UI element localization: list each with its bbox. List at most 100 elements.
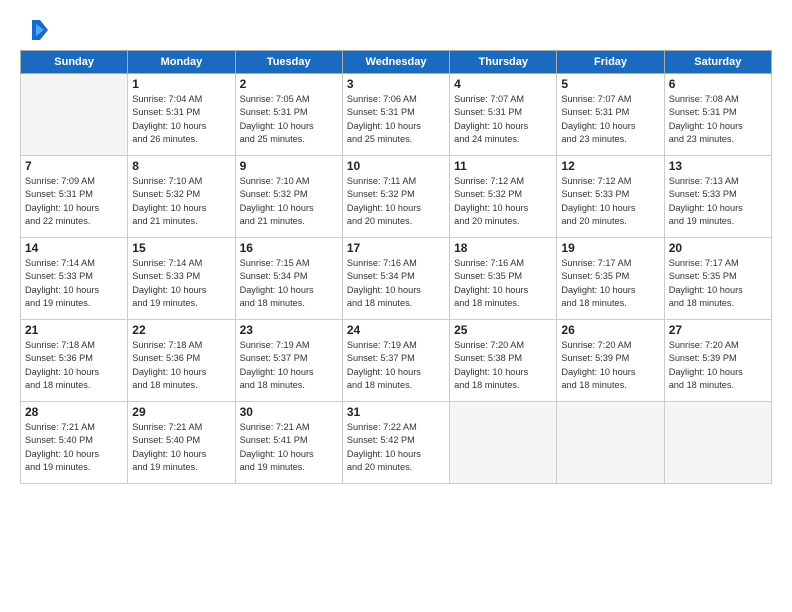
day-number: 11 <box>454 159 552 173</box>
calendar-cell: 23 Sunrise: 7:19 AMSunset: 5:37 PMDayligh… <box>235 320 342 402</box>
day-number: 3 <box>347 77 445 91</box>
day-info: Sunrise: 7:16 AMSunset: 5:35 PMDaylight:… <box>454 257 552 310</box>
day-number: 21 <box>25 323 123 337</box>
calendar-cell <box>664 402 771 484</box>
calendar-cell: 3Sunrise: 7:06 AMSunset: 5:31 PMDaylight… <box>342 74 449 156</box>
day-number: 13 <box>669 159 767 173</box>
calendar-cell: 19 Sunrise: 7:17 AMSunset: 5:35 PMDayligh… <box>557 238 664 320</box>
day-number: 30 <box>240 405 338 419</box>
logo-icon <box>20 16 48 44</box>
day-info: Sunrise: 7:08 AMSunset: 5:31 PMDaylight:… <box>669 93 767 146</box>
calendar-cell: 4Sunrise: 7:07 AMSunset: 5:31 PMDaylight… <box>450 74 557 156</box>
day-info: Sunrise: 7:16 AMSunset: 5:34 PMDaylight:… <box>347 257 445 310</box>
day-info: Sunrise: 7:21 AMSunset: 5:40 PMDaylight:… <box>25 421 123 474</box>
calendar-cell: 8 Sunrise: 7:10 AMSunset: 5:32 PMDaylight… <box>128 156 235 238</box>
calendar-cell: 29 Sunrise: 7:21 AMSunset: 5:40 PMDayligh… <box>128 402 235 484</box>
day-header-friday: Friday <box>557 51 664 74</box>
calendar-cell: 15 Sunrise: 7:14 AMSunset: 5:33 PMDayligh… <box>128 238 235 320</box>
calendar-cell: 24Sunrise: 7:19 AMSunset: 5:37 PMDayligh… <box>342 320 449 402</box>
day-number: 26 <box>561 323 659 337</box>
day-number: 31 <box>347 405 445 419</box>
day-number: 24 <box>347 323 445 337</box>
day-info: Sunrise: 7:20 AMSunset: 5:38 PMDaylight:… <box>454 339 552 392</box>
calendar-table: SundayMondayTuesdayWednesdayThursdayFrid… <box>20 50 772 484</box>
calendar-cell: 31 Sunrise: 7:22 AMSunset: 5:42 PMDayligh… <box>342 402 449 484</box>
day-number: 7 <box>25 159 123 173</box>
day-number: 12 <box>561 159 659 173</box>
day-number: 22 <box>132 323 230 337</box>
page: SundayMondayTuesdayWednesdayThursdayFrid… <box>0 0 792 612</box>
day-number: 4 <box>454 77 552 91</box>
calendar-cell: 20 Sunrise: 7:17 AMSunset: 5:35 PMDayligh… <box>664 238 771 320</box>
day-number: 17 <box>347 241 445 255</box>
calendar-cell: 5Sunrise: 7:07 AMSunset: 5:31 PMDaylight… <box>557 74 664 156</box>
calendar-cell: 13Sunrise: 7:13 AMSunset: 5:33 PMDayligh… <box>664 156 771 238</box>
day-header-wednesday: Wednesday <box>342 51 449 74</box>
day-number: 8 <box>132 159 230 173</box>
day-info: Sunrise: 7:14 AMSunset: 5:33 PMDaylight:… <box>25 257 123 310</box>
calendar-cell: 30 Sunrise: 7:21 AMSunset: 5:41 PMDayligh… <box>235 402 342 484</box>
week-row-1: 1Sunrise: 7:04 AMSunset: 5:31 PMDaylight… <box>21 74 772 156</box>
day-info: Sunrise: 7:20 AMSunset: 5:39 PMDaylight:… <box>561 339 659 392</box>
day-header-sunday: Sunday <box>21 51 128 74</box>
day-info: Sunrise: 7:18 AMSunset: 5:36 PMDaylight:… <box>132 339 230 392</box>
calendar-cell: 18 Sunrise: 7:16 AMSunset: 5:35 PMDayligh… <box>450 238 557 320</box>
calendar-cell <box>557 402 664 484</box>
calendar-cell: 17 Sunrise: 7:16 AMSunset: 5:34 PMDayligh… <box>342 238 449 320</box>
day-info: Sunrise: 7:10 AMSunset: 5:32 PMDaylight:… <box>240 175 338 228</box>
day-number: 25 <box>454 323 552 337</box>
logo <box>20 16 54 44</box>
day-number: 20 <box>669 241 767 255</box>
day-header-thursday: Thursday <box>450 51 557 74</box>
calendar-cell <box>21 74 128 156</box>
day-header-saturday: Saturday <box>664 51 771 74</box>
day-number: 23 <box>240 323 338 337</box>
day-number: 29 <box>132 405 230 419</box>
calendar-cell: 10 Sunrise: 7:11 AMSunset: 5:32 PMDayligh… <box>342 156 449 238</box>
day-info: Sunrise: 7:10 AMSunset: 5:32 PMDaylight:… <box>132 175 230 228</box>
calendar-cell <box>450 402 557 484</box>
day-info: Sunrise: 7:11 AMSunset: 5:32 PMDaylight:… <box>347 175 445 228</box>
calendar-cell: 27 Sunrise: 7:20 AMSunset: 5:39 PMDayligh… <box>664 320 771 402</box>
day-info: Sunrise: 7:17 AMSunset: 5:35 PMDaylight:… <box>561 257 659 310</box>
day-number: 19 <box>561 241 659 255</box>
day-info: Sunrise: 7:07 AMSunset: 5:31 PMDaylight:… <box>561 93 659 146</box>
calendar-cell: 2 Sunrise: 7:05 AMSunset: 5:31 PMDaylight… <box>235 74 342 156</box>
day-info: Sunrise: 7:14 AMSunset: 5:33 PMDaylight:… <box>132 257 230 310</box>
day-number: 15 <box>132 241 230 255</box>
calendar-cell: 11 Sunrise: 7:12 AMSunset: 5:32 PMDayligh… <box>450 156 557 238</box>
week-row-5: 28Sunrise: 7:21 AMSunset: 5:40 PMDayligh… <box>21 402 772 484</box>
day-info: Sunrise: 7:19 AMSunset: 5:37 PMDaylight:… <box>240 339 338 392</box>
day-header-monday: Monday <box>128 51 235 74</box>
calendar-cell: 28Sunrise: 7:21 AMSunset: 5:40 PMDayligh… <box>21 402 128 484</box>
day-info: Sunrise: 7:15 AMSunset: 5:34 PMDaylight:… <box>240 257 338 310</box>
day-number: 2 <box>240 77 338 91</box>
day-info: Sunrise: 7:04 AMSunset: 5:31 PMDaylight:… <box>132 93 230 146</box>
day-info: Sunrise: 7:18 AMSunset: 5:36 PMDaylight:… <box>25 339 123 392</box>
day-number: 10 <box>347 159 445 173</box>
day-info: Sunrise: 7:22 AMSunset: 5:42 PMDaylight:… <box>347 421 445 474</box>
day-number: 27 <box>669 323 767 337</box>
calendar-cell: 22 Sunrise: 7:18 AMSunset: 5:36 PMDayligh… <box>128 320 235 402</box>
day-info: Sunrise: 7:21 AMSunset: 5:41 PMDaylight:… <box>240 421 338 474</box>
day-info: Sunrise: 7:09 AMSunset: 5:31 PMDaylight:… <box>25 175 123 228</box>
calendar-cell: 7 Sunrise: 7:09 AMSunset: 5:31 PMDaylight… <box>21 156 128 238</box>
day-info: Sunrise: 7:20 AMSunset: 5:39 PMDaylight:… <box>669 339 767 392</box>
calendar-header-row: SundayMondayTuesdayWednesdayThursdayFrid… <box>21 51 772 74</box>
day-info: Sunrise: 7:17 AMSunset: 5:35 PMDaylight:… <box>669 257 767 310</box>
calendar-cell: 25 Sunrise: 7:20 AMSunset: 5:38 PMDayligh… <box>450 320 557 402</box>
day-number: 9 <box>240 159 338 173</box>
day-info: Sunrise: 7:21 AMSunset: 5:40 PMDaylight:… <box>132 421 230 474</box>
calendar-cell: 16Sunrise: 7:15 AMSunset: 5:34 PMDayligh… <box>235 238 342 320</box>
calendar-cell: 9 Sunrise: 7:10 AMSunset: 5:32 PMDaylight… <box>235 156 342 238</box>
day-info: Sunrise: 7:05 AMSunset: 5:31 PMDaylight:… <box>240 93 338 146</box>
calendar-cell: 26 Sunrise: 7:20 AMSunset: 5:39 PMDayligh… <box>557 320 664 402</box>
week-row-4: 21 Sunrise: 7:18 AMSunset: 5:36 PMDayligh… <box>21 320 772 402</box>
week-row-3: 14Sunrise: 7:14 AMSunset: 5:33 PMDayligh… <box>21 238 772 320</box>
calendar-cell: 12Sunrise: 7:12 AMSunset: 5:33 PMDayligh… <box>557 156 664 238</box>
header <box>20 16 772 44</box>
day-info: Sunrise: 7:12 AMSunset: 5:32 PMDaylight:… <box>454 175 552 228</box>
day-number: 18 <box>454 241 552 255</box>
day-number: 6 <box>669 77 767 91</box>
week-row-2: 7 Sunrise: 7:09 AMSunset: 5:31 PMDaylight… <box>21 156 772 238</box>
